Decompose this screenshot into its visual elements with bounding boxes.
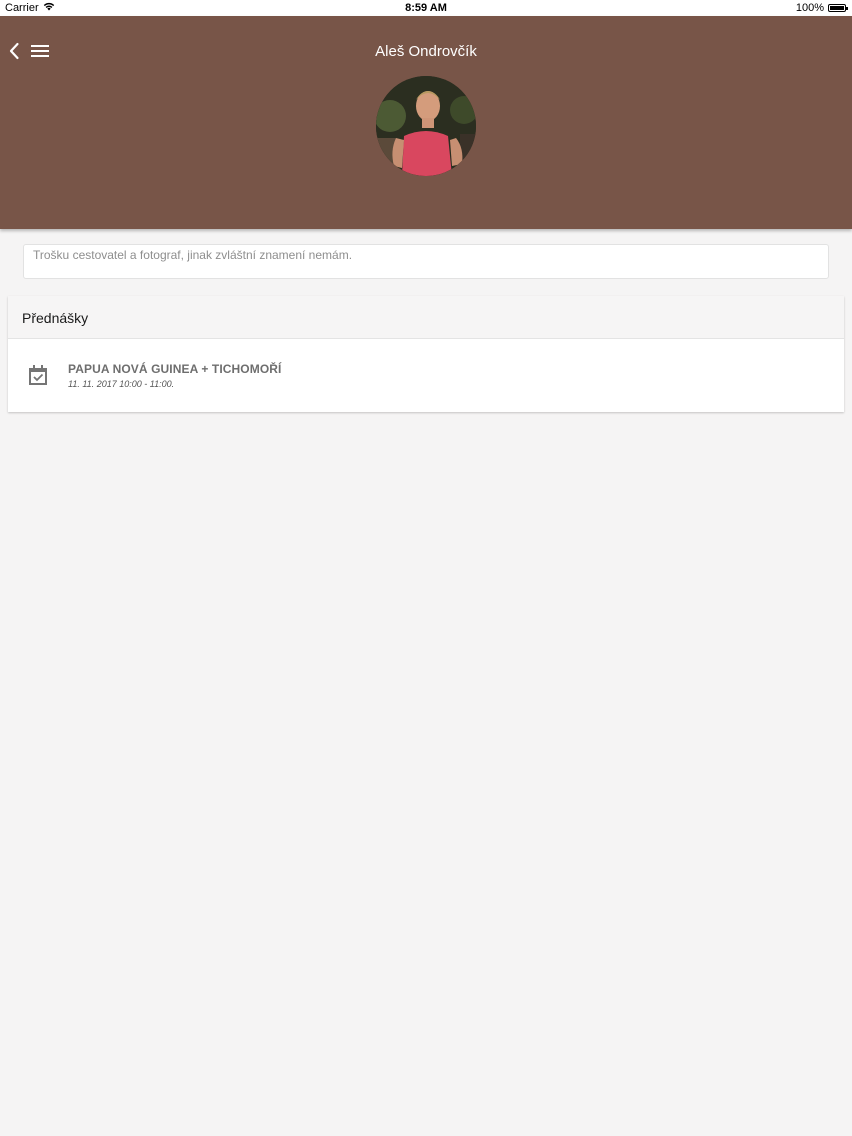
lecture-item[interactable]: PAPUA NOVÁ GUINEA + TICHOMOŘÍ 11. 11. 20…	[8, 339, 844, 412]
lectures-card: Přednášky PAPUA NOVÁ GUINEA + TICHOMOŘÍ …	[8, 296, 844, 412]
bio-card: Trošku cestovatel a fotograf, jinak zvlá…	[23, 244, 829, 279]
profile-header: Aleš Ondrovčík	[0, 16, 852, 229]
page-title: Aleš Ondrovčík	[375, 43, 477, 60]
lectures-header: Přednášky	[8, 296, 844, 339]
lecture-time: 11. 11. 2017 10:00 - 11:00.	[68, 379, 175, 389]
lecture-title: PAPUA NOVÁ GUINEA + TICHOMOŘÍ	[68, 362, 282, 376]
battery-icon	[828, 4, 848, 12]
status-bar: Carrier 8:59 AM 100%	[0, 0, 852, 16]
calendar-check-icon	[26, 363, 50, 387]
avatar	[376, 76, 476, 176]
status-time: 8:59 AM	[405, 2, 447, 14]
lectures-title: Přednášky	[22, 310, 89, 326]
bio-text: Trošku cestovatel a fotograf, jinak zvlá…	[33, 248, 353, 262]
status-right: 100%	[795, 2, 848, 14]
battery-percent: 100%	[795, 2, 824, 14]
